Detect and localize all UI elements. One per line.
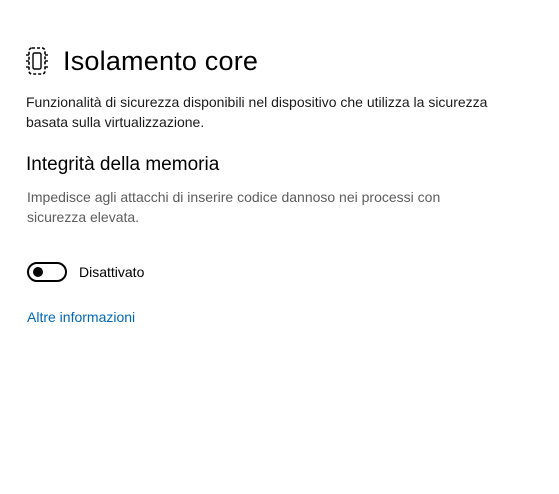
page-title: Isolamento core bbox=[63, 45, 259, 76]
more-info-link[interactable]: Altre informazioni bbox=[27, 309, 135, 325]
memory-integrity-description: Impedisce agli attacchi di inserire codi… bbox=[27, 189, 441, 225]
page-header: Isolamento core bbox=[25, 44, 258, 78]
memory-integrity-toggle[interactable] bbox=[27, 262, 67, 282]
toggle-knob bbox=[33, 267, 43, 277]
memory-integrity-title: Integrità della memoria bbox=[26, 154, 220, 175]
core-isolation-chip-icon bbox=[26, 47, 48, 75]
core-isolation-page: Isolamento core Funzionalità di sicurezz… bbox=[0, 0, 559, 494]
memory-integrity-toggle-row: Disattivato bbox=[27, 262, 144, 282]
toggle-state-label: Disattivato bbox=[79, 264, 145, 280]
page-description: Funzionalità di sicurezza disponibili ne… bbox=[26, 94, 488, 130]
